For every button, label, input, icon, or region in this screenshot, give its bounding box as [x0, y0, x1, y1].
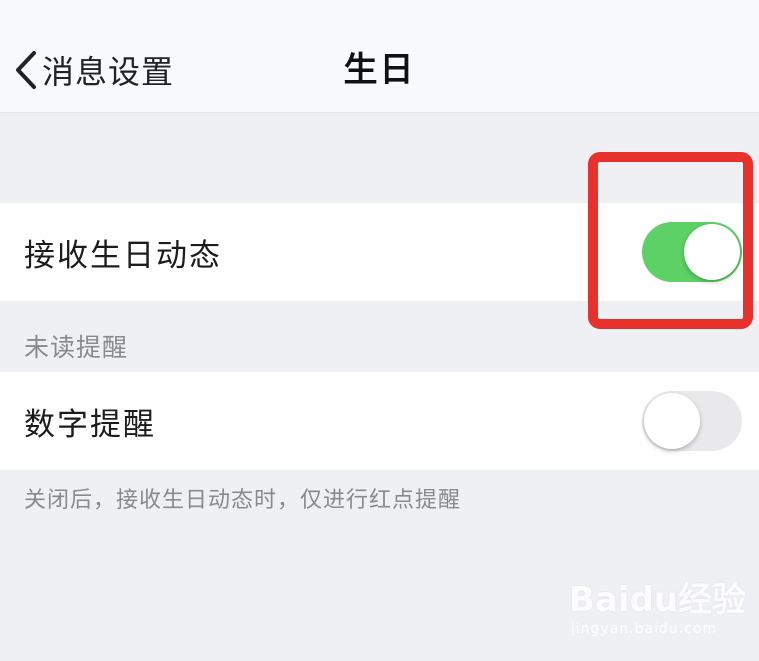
number-reminder-label: 数字提醒: [24, 406, 156, 443]
page-title: 生日: [343, 50, 416, 90]
watermark: Baidu经验 jingyan.baidu.com: [569, 572, 747, 637]
watermark-logo: Baidu经验: [569, 580, 747, 620]
navigation-bar: 消息设置 生日: [0, 0, 759, 113]
footer-note: 关闭后，接收生日动态时，仅进行红点提醒: [24, 488, 462, 513]
receive-birthday-label: 接收生日动态: [24, 237, 222, 274]
watermark-url: jingyan.baidu.com: [570, 621, 718, 637]
number-reminder-toggle[interactable]: [642, 391, 742, 451]
highlight-annotation: [588, 152, 753, 329]
section-header-unread: 未读提醒: [24, 333, 129, 362]
toggle-knob: [644, 393, 700, 449]
cell-number-reminder: 数字提醒: [0, 372, 759, 470]
